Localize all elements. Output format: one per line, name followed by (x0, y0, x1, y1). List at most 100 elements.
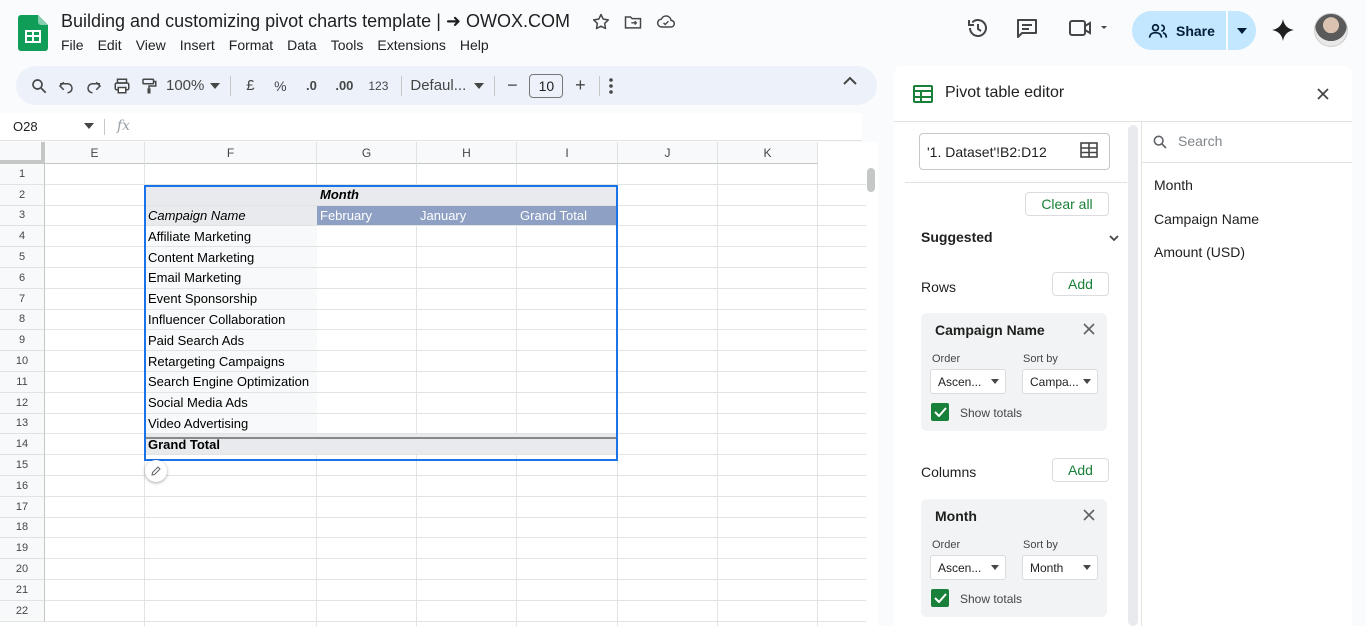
zoom-select[interactable]: 100% (166, 72, 221, 100)
more-options-icon[interactable] (608, 72, 614, 100)
share-dropdown-button[interactable] (1228, 11, 1256, 50)
gemini-sparkle-icon[interactable] (1271, 18, 1295, 42)
row-header-5[interactable]: 5 (0, 247, 45, 268)
name-box[interactable]: O28 (13, 119, 38, 134)
sort-by-select[interactable]: Campa... (1022, 369, 1098, 394)
menu-view[interactable]: View (136, 37, 166, 53)
remove-field-close-icon[interactable] (1083, 323, 1095, 335)
document-title[interactable]: Building and customizing pivot charts te… (61, 11, 570, 32)
redo-icon[interactable] (84, 72, 104, 100)
column-header-h[interactable]: H (417, 142, 517, 164)
field-item-campaign-name[interactable]: Campaign Name (1154, 211, 1259, 227)
pivot-row-value[interactable]: Influencer Collaboration (145, 309, 317, 330)
paint-format-icon[interactable] (140, 72, 158, 100)
pivot-row-value[interactable]: Event Sponsorship (145, 288, 317, 309)
menu-tools[interactable]: Tools (331, 37, 364, 53)
share-button[interactable]: Share (1132, 11, 1226, 50)
menu-extensions[interactable]: Extensions (377, 37, 445, 53)
menu-insert[interactable]: Insert (180, 37, 215, 53)
field-search-input[interactable]: Search (1178, 133, 1222, 149)
font-size-increase-button[interactable]: + (571, 72, 589, 100)
row-header-4[interactable]: 4 (0, 226, 45, 248)
menu-format[interactable]: Format (229, 37, 273, 53)
decrease-decimal-button[interactable]: .0 (299, 72, 323, 100)
pivot-row-value[interactable]: Retargeting Campaigns (145, 351, 317, 371)
caret-down-icon[interactable] (84, 123, 94, 129)
spreadsheet-grid[interactable]: EFGHIJK 1 2 3 4 5 6 7 8 9 10 11 12 13 14 15 16 17 18 19 20 2… (0, 142, 866, 626)
remove-field-close-icon[interactable] (1083, 509, 1095, 521)
search-menus-icon[interactable] (30, 72, 48, 100)
user-avatar[interactable] (1314, 13, 1348, 47)
column-header-e[interactable]: E (45, 142, 145, 164)
row-header-12[interactable]: 12 (0, 392, 45, 414)
row-header-13[interactable]: 13 (0, 413, 45, 435)
menu-edit[interactable]: Edit (98, 37, 122, 53)
menu-help[interactable]: Help (460, 37, 489, 53)
menu-data[interactable]: Data (287, 37, 317, 53)
select-range-grid-icon[interactable] (1080, 142, 1098, 158)
row-header-11[interactable]: 11 (0, 372, 45, 393)
row-header-10[interactable]: 10 (0, 351, 45, 372)
row-header-14[interactable]: 14 (0, 434, 45, 456)
field-item-month[interactable]: Month (1154, 177, 1193, 193)
row-header-7[interactable]: 7 (0, 288, 45, 310)
pivot-row-value[interactable]: Social Media Ads (145, 392, 317, 413)
cloud-saved-icon[interactable] (655, 12, 677, 34)
close-icon[interactable] (1316, 87, 1330, 101)
percent-button[interactable]: % (269, 72, 291, 100)
column-header-i[interactable]: I (517, 142, 618, 164)
order-select[interactable]: Ascen... (930, 369, 1006, 394)
column-header-k[interactable]: K (718, 142, 818, 164)
row-header-20[interactable]: 20 (0, 559, 45, 580)
row-header-1[interactable]: 1 (0, 164, 45, 185)
pivot-row-value[interactable]: Content Marketing (145, 247, 317, 267)
row-header-16[interactable]: 16 (0, 476, 45, 497)
pivot-column-value[interactable]: Grand Total (517, 205, 617, 226)
field-item-amount[interactable]: Amount (USD) (1154, 244, 1245, 260)
pivot-month-header[interactable]: Month (317, 184, 417, 205)
row-header-8[interactable]: 8 (0, 309, 45, 331)
menu-file[interactable]: File (61, 37, 84, 53)
row-header-17[interactable]: 17 (0, 496, 45, 518)
order-select[interactable]: Ascen... (930, 555, 1006, 580)
show-totals-checkbox[interactable] (931, 589, 949, 607)
show-totals-checkbox[interactable] (931, 403, 949, 421)
comments-icon[interactable] (1015, 16, 1039, 40)
row-header-3[interactable]: 3 (0, 205, 45, 227)
row-header-21[interactable]: 21 (0, 580, 45, 601)
chevron-down-icon[interactable] (1109, 235, 1119, 242)
font-select[interactable]: Defaul... (410, 72, 485, 100)
panel-scrollbar[interactable] (1128, 125, 1138, 626)
row-header-6[interactable]: 6 (0, 268, 45, 289)
font-size-decrease-button[interactable]: − (503, 72, 521, 100)
pivot-row-header[interactable]: Campaign Name (145, 205, 317, 226)
move-folder-icon[interactable] (623, 12, 645, 34)
suggested-label[interactable]: Suggested (921, 229, 993, 245)
row-header-2[interactable]: 2 (0, 184, 45, 206)
row-header-15[interactable]: 15 (0, 455, 45, 476)
edit-pivot-pencil-icon[interactable] (145, 460, 167, 482)
pivot-column-value[interactable]: February (317, 205, 417, 226)
increase-decimal-button[interactable]: .00 (331, 72, 357, 100)
font-size-input[interactable]: 10 (529, 73, 564, 98)
pivot-column-value[interactable]: January (417, 205, 517, 226)
pivot-row-value[interactable]: Affiliate Marketing (145, 226, 317, 247)
vertical-scrollbar[interactable] (866, 142, 878, 626)
clear-all-button[interactable]: Clear all (1025, 192, 1109, 216)
row-header-9[interactable]: 9 (0, 330, 45, 352)
pivot-header-cell[interactable] (517, 184, 617, 205)
column-header-f[interactable]: F (145, 142, 317, 164)
undo-icon[interactable] (56, 72, 76, 100)
scrollbar-thumb[interactable] (867, 168, 875, 192)
row-header-22[interactable]: 22 (0, 600, 45, 622)
select-all-corner[interactable] (0, 142, 45, 164)
pivot-row-value[interactable]: Video Advertising (145, 413, 317, 434)
pivot-corner-cell[interactable] (145, 184, 317, 205)
sheets-logo-icon[interactable] (18, 15, 48, 51)
add-column-button[interactable]: Add (1052, 458, 1109, 482)
column-header-g[interactable]: G (317, 142, 417, 164)
column-header-j[interactable]: J (618, 142, 718, 164)
sort-by-select[interactable]: Month (1022, 555, 1098, 580)
number-format-button[interactable]: 123 (365, 72, 391, 100)
pivot-header-cell[interactable] (417, 184, 517, 205)
